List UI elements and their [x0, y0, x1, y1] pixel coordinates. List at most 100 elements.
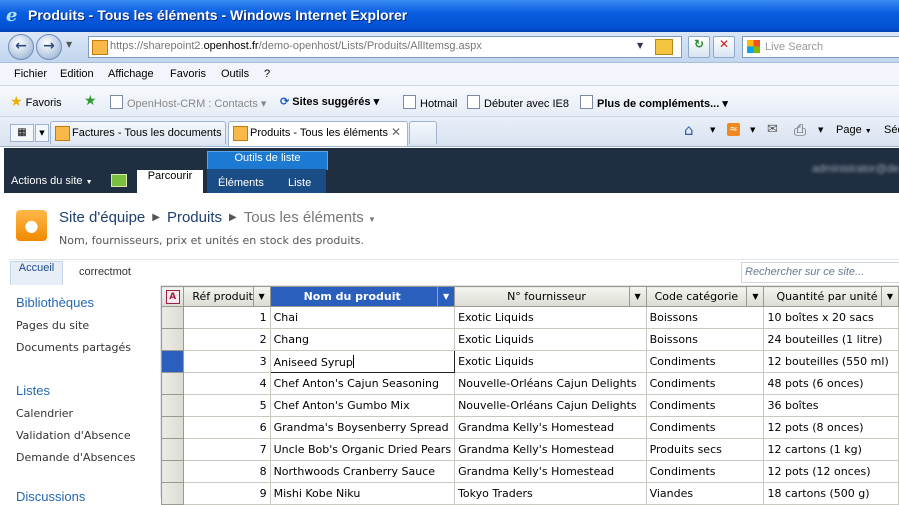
site-logo-icon[interactable]: ●: [16, 210, 47, 241]
add-favorite-icon[interactable]: ★: [84, 92, 97, 109]
cell-fournisseur[interactable]: Tokyo Traders: [454, 482, 647, 505]
cell-quantite[interactable]: 24 bouteilles (1 litre): [763, 328, 899, 351]
row-selector[interactable]: [160, 460, 185, 483]
tab-list-dropdown-icon[interactable]: ▼: [35, 124, 49, 142]
row-selector[interactable]: [160, 372, 185, 395]
fav-hotmail[interactable]: Hotmail: [403, 95, 457, 110]
menu-help[interactable]: ?: [264, 68, 270, 80]
cell-quantite[interactable]: 12 pots (8 onces): [763, 416, 899, 439]
cell-ref[interactable]: 7: [183, 438, 271, 461]
column-header-nom[interactable]: Nom du produit ▼: [269, 286, 456, 307]
cell-nom[interactable]: Grandma's Boysenberry Spread: [269, 416, 456, 439]
cell-nom[interactable]: Chef Anton's Cajun Seasoning: [269, 372, 456, 395]
table-row[interactable]: 7 Uncle Bob's Organic Dried Pears Grandm…: [160, 438, 899, 461]
stop-icon[interactable]: ✕: [713, 36, 735, 58]
fav-debuter-ie8[interactable]: Débuter avec IE8: [467, 95, 569, 110]
table-row[interactable]: 2 Chang Exotic Liquids Boissons 24 boute…: [160, 328, 899, 351]
site-search-input[interactable]: Rechercher sur ce site...: [741, 262, 899, 283]
column-header-fournisseur[interactable]: N° fournisseur ▼: [454, 286, 647, 307]
cell-nom[interactable]: Uncle Bob's Organic Dried Pears: [269, 438, 456, 461]
fav-plus-complements[interactable]: Plus de compléments... ▾: [580, 95, 728, 110]
new-tab-button[interactable]: [409, 121, 437, 144]
back-button[interactable]: ←: [8, 34, 34, 60]
row-selector[interactable]: [160, 482, 185, 505]
site-actions-menu[interactable]: Actions du site ▼: [11, 175, 93, 187]
row-selector[interactable]: [160, 416, 185, 439]
ql-item-validation-absence[interactable]: Validation d'Absence: [16, 429, 131, 442]
fav-sites-suggeres[interactable]: ⟳ Sites suggérés ▾: [280, 95, 379, 108]
toplink-correctmot[interactable]: correctmot: [79, 266, 131, 278]
print-icon[interactable]: ⎙: [794, 121, 806, 139]
page-menu[interactable]: Page ▼: [836, 124, 872, 136]
cell-categorie[interactable]: Condiments: [645, 416, 765, 439]
cell-quantite[interactable]: 12 cartons (1 kg): [763, 438, 899, 461]
table-row[interactable]: 6 Grandma's Boysenberry Spread Grandma K…: [160, 416, 899, 439]
tab-elements[interactable]: Éléments: [218, 177, 264, 189]
toplink-accueil[interactable]: Accueil: [10, 261, 63, 286]
address-url[interactable]: https://sharepoint2.openhost.fr/demo-ope…: [110, 40, 482, 52]
ql-item-pages-du-site[interactable]: Pages du site: [16, 319, 89, 332]
cell-categorie[interactable]: Condiments: [645, 350, 765, 373]
column-header-categorie[interactable]: Code catégorie ▼: [645, 286, 765, 307]
cell-categorie[interactable]: Condiments: [645, 372, 765, 395]
cell-quantite[interactable]: 36 boîtes: [763, 394, 899, 417]
cell-quantite[interactable]: 48 pots (6 onces): [763, 372, 899, 395]
menu-fichier[interactable]: Fichier: [14, 68, 47, 80]
live-search-input[interactable]: Live Search: [742, 36, 899, 58]
cell-fournisseur[interactable]: Exotic Liquids: [454, 306, 647, 329]
table-row[interactable]: 1 Chai Exotic Liquids Boissons 10 boîtes…: [160, 306, 899, 329]
cell-fournisseur[interactable]: Grandma Kelly's Homestead: [454, 438, 647, 461]
user-menu[interactable]: administrator@de: [812, 163, 899, 175]
cell-ref[interactable]: 9: [183, 482, 271, 505]
cell-categorie[interactable]: Boissons: [645, 306, 765, 329]
ql-heading-bibliotheques[interactable]: Bibliothèques: [16, 295, 94, 310]
cell-categorie[interactable]: Condiments: [645, 460, 765, 483]
cell-fournisseur[interactable]: Exotic Liquids: [454, 328, 647, 351]
row-selector[interactable]: [160, 350, 185, 373]
table-row[interactable]: 9 Mishi Kobe Niku Tokyo Traders Viandes …: [160, 482, 899, 505]
table-row[interactable]: 8 Northwoods Cranberry Sauce Grandma Kel…: [160, 460, 899, 483]
cell-ref[interactable]: 3: [183, 350, 271, 373]
cell-ref[interactable]: 2: [183, 328, 271, 351]
cell-fournisseur[interactable]: Nouvelle-Orléans Cajun Delights: [454, 394, 647, 417]
breadcrumb-site[interactable]: Site d'équipe: [59, 209, 145, 226]
favorites-button[interactable]: ★ Favoris: [10, 93, 62, 110]
table-row-selected[interactable]: 3 Aniseed Syrup Exotic Liquids Condiment…: [160, 350, 899, 373]
cell-quantite[interactable]: 10 boîtes x 20 sacs: [763, 306, 899, 329]
table-row[interactable]: 4 Chef Anton's Cajun Seasoning Nouvelle-…: [160, 372, 899, 395]
forward-button[interactable]: →: [36, 34, 62, 60]
column-header-ref[interactable]: Réf produit ▼: [183, 286, 271, 307]
row-selector[interactable]: [160, 328, 185, 351]
breadcrumb-view[interactable]: Tous les éléments ▼: [244, 209, 376, 226]
history-dropdown-icon[interactable]: ▼: [66, 40, 72, 49]
select-all-cell[interactable]: A: [160, 286, 185, 307]
navigate-up-icon[interactable]: [111, 174, 127, 187]
home-icon[interactable]: ⌂: [684, 121, 694, 139]
cell-ref[interactable]: 1: [183, 306, 271, 329]
cell-nom[interactable]: Chang: [269, 328, 456, 351]
safety-menu[interactable]: Séc: [884, 124, 899, 136]
column-dropdown-icon[interactable]: ▼: [881, 287, 898, 306]
cell-nom[interactable]: Mishi Kobe Niku: [269, 482, 456, 505]
cell-fournisseur[interactable]: Nouvelle-Orléans Cajun Delights: [454, 372, 647, 395]
menu-outils[interactable]: Outils: [221, 68, 249, 80]
ql-item-demande-absences[interactable]: Demande d'Absences: [16, 451, 135, 464]
tab-liste[interactable]: Liste: [288, 177, 311, 189]
row-selector[interactable]: [160, 306, 185, 329]
fav-openhost-crm[interactable]: OpenHost-CRM : Contacts ▾: [110, 95, 266, 110]
table-row[interactable]: 5 Chef Anton's Gumbo Mix Nouvelle-Orléan…: [160, 394, 899, 417]
tab-parcourir[interactable]: Parcourir: [137, 170, 203, 193]
feed-dropdown-icon[interactable]: ▼: [750, 126, 755, 134]
cell-nom[interactable]: Chai: [269, 306, 456, 329]
cell-quantite[interactable]: 12 bouteilles (550 ml): [763, 350, 899, 373]
cell-fournisseur[interactable]: Grandma Kelly's Homestead: [454, 416, 647, 439]
column-dropdown-icon[interactable]: ▼: [437, 287, 454, 306]
row-selector[interactable]: [160, 438, 185, 461]
column-dropdown-icon[interactable]: ▼: [628, 287, 646, 306]
cell-fournisseur[interactable]: Grandma Kelly's Homestead: [454, 460, 647, 483]
cell-quantite[interactable]: 18 cartons (500 g): [763, 482, 899, 505]
menu-affichage[interactable]: Affichage: [108, 68, 154, 80]
rss-feed-icon[interactable]: ≈: [727, 123, 740, 136]
cell-ref[interactable]: 4: [183, 372, 271, 395]
lock-icon[interactable]: [655, 39, 673, 55]
